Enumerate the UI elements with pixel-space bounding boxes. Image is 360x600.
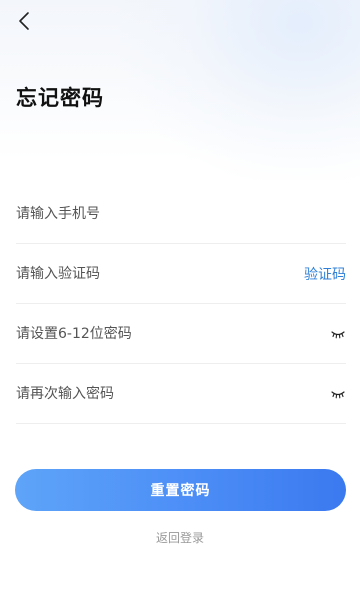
code-row: 验证码 [16, 244, 346, 304]
reset-password-button[interactable]: 重置密码 [15, 469, 346, 511]
toggle-confirm-visibility-button[interactable] [330, 389, 346, 399]
confirm-password-input[interactable] [16, 381, 330, 406]
eye-closed-icon [331, 384, 345, 403]
phone-input[interactable] [16, 201, 346, 226]
confirm-password-row [16, 364, 346, 424]
new-password-input[interactable] [16, 321, 330, 346]
reset-form: 验证码 [16, 184, 346, 424]
new-password-row [16, 304, 346, 364]
get-code-button[interactable]: 验证码 [304, 264, 346, 284]
back-to-login-link[interactable]: 返回登录 [0, 529, 360, 546]
verification-code-input[interactable] [16, 261, 304, 286]
forgot-password-page: 忘记密码 验证码 [0, 0, 360, 600]
page-title: 忘记密码 [16, 86, 104, 110]
toggle-password-visibility-button[interactable] [330, 329, 346, 339]
chevron-left-icon [18, 11, 30, 35]
back-button[interactable] [12, 10, 36, 36]
eye-closed-icon [331, 324, 345, 343]
phone-row [16, 184, 346, 244]
